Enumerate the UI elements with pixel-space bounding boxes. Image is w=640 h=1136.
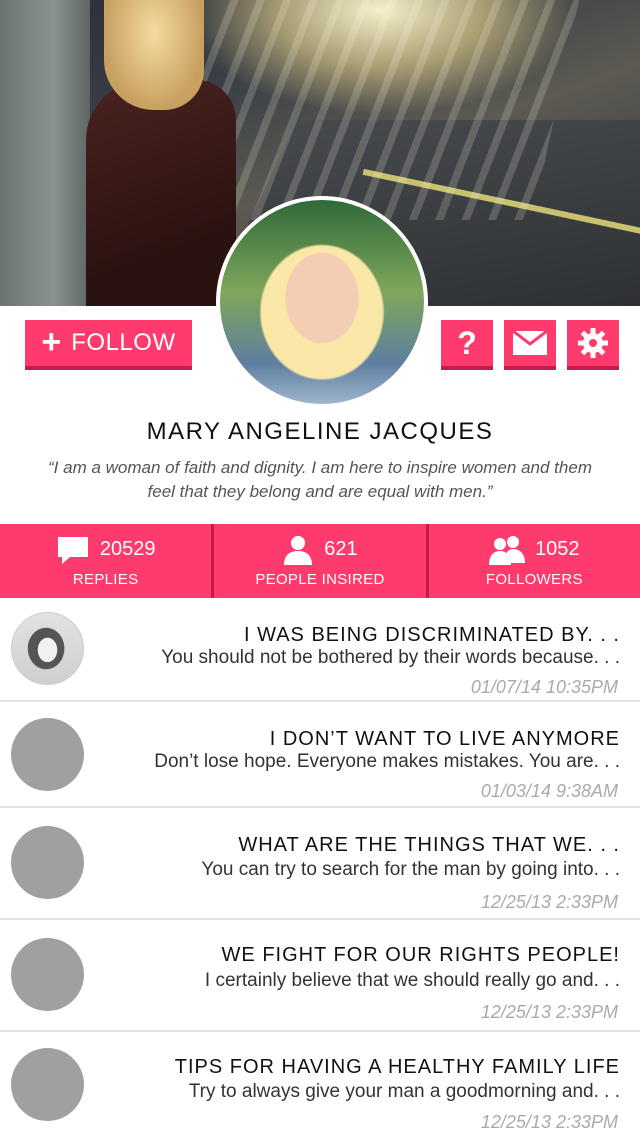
post-author-avatar xyxy=(11,612,84,685)
stat-value: 621 xyxy=(324,538,358,560)
post-title: WHAT ARE THE THINGS THAT WE. . . xyxy=(238,834,620,856)
post-excerpt: You should not be bothered by their word… xyxy=(161,647,620,668)
post-title: I DON’T WANT TO LIVE ANYMORE xyxy=(269,728,620,750)
post-feed: I WAS BEING DISCRIMINATED BY. . . You sh… xyxy=(0,598,640,1136)
post-timestamp: 12/25/13 2:33PM xyxy=(480,1112,618,1132)
post-timestamp: 12/25/13 2:33PM xyxy=(480,1002,618,1022)
post-item[interactable]: TIPS FOR HAVING A HEALTHY FAMILY LIFE Tr… xyxy=(0,1032,640,1136)
people-icon xyxy=(489,535,526,565)
profile-bio: “I am a woman of faith and dignity. I am… xyxy=(48,458,592,501)
profile-avatar[interactable] xyxy=(216,196,428,408)
post-item[interactable]: WE FIGHT FOR OUR RIGHTS PEOPLE! I certai… xyxy=(0,920,640,1032)
stats-bar: 20529 REPLIES 621 PEOPLE INSIRED 1052 FO… xyxy=(0,524,640,598)
post-title: WE FIGHT FOR OUR RIGHTS PEOPLE! xyxy=(221,944,620,966)
post-item[interactable]: I WAS BEING DISCRIMINATED BY. . . You sh… xyxy=(0,598,640,702)
stat-value: 1052 xyxy=(535,538,580,560)
mail-icon xyxy=(513,331,547,355)
speech-bubble-icon xyxy=(57,536,88,564)
person-icon xyxy=(284,535,313,565)
post-title: I WAS BEING DISCRIMINATED BY. . . xyxy=(243,624,620,646)
question-icon: ? xyxy=(457,324,477,361)
post-timestamp: 12/25/13 2:33PM xyxy=(480,892,618,912)
post-title: TIPS FOR HAVING A HEALTHY FAMILY LIFE xyxy=(174,1056,620,1078)
message-button[interactable] xyxy=(504,320,556,370)
post-item[interactable]: WHAT ARE THE THINGS THAT WE. . . You can… xyxy=(0,808,640,920)
stat-label: REPLIES xyxy=(72,570,139,588)
stat-followers[interactable]: 1052 FOLLOWERS xyxy=(429,524,640,598)
post-author-avatar xyxy=(11,718,84,791)
stat-replies[interactable]: 20529 REPLIES xyxy=(0,524,215,598)
profile-name: MARY ANGELINE JACQUES xyxy=(146,418,494,445)
post-author-avatar xyxy=(11,826,84,899)
post-timestamp: 01/07/14 10:35PM xyxy=(470,677,618,697)
help-button[interactable]: ? xyxy=(441,320,493,370)
post-author-avatar xyxy=(11,1048,84,1121)
post-excerpt: Try to always give your man a goodmornin… xyxy=(188,1081,620,1102)
stat-value: 20529 xyxy=(99,538,156,560)
plus-icon: + xyxy=(41,322,62,361)
post-excerpt: Don’t lose hope. Everyone makes mistakes… xyxy=(154,751,620,772)
follow-button[interactable]: + FOLLOW xyxy=(25,320,192,370)
stat-label: FOLLOWERS xyxy=(485,570,583,588)
stat-people-inspired[interactable]: 621 PEOPLE INSIRED xyxy=(214,524,429,598)
cover-figure xyxy=(86,80,236,306)
cover-figure-hair xyxy=(104,0,204,110)
follow-label: FOLLOW xyxy=(71,329,176,356)
post-excerpt: You can try to search for the man by goi… xyxy=(201,859,620,880)
settings-button[interactable] xyxy=(567,320,619,370)
post-timestamp: 01/03/14 9:38AM xyxy=(480,781,618,801)
post-item[interactable]: I DON’T WANT TO LIVE ANYMORE Don’t lose … xyxy=(0,702,640,808)
post-excerpt: I certainly believe that we should reall… xyxy=(204,970,620,991)
gear-icon xyxy=(578,328,608,358)
cover-wall xyxy=(0,0,90,306)
stat-label: PEOPLE INSIRED xyxy=(255,570,385,588)
post-author-avatar xyxy=(11,938,84,1011)
